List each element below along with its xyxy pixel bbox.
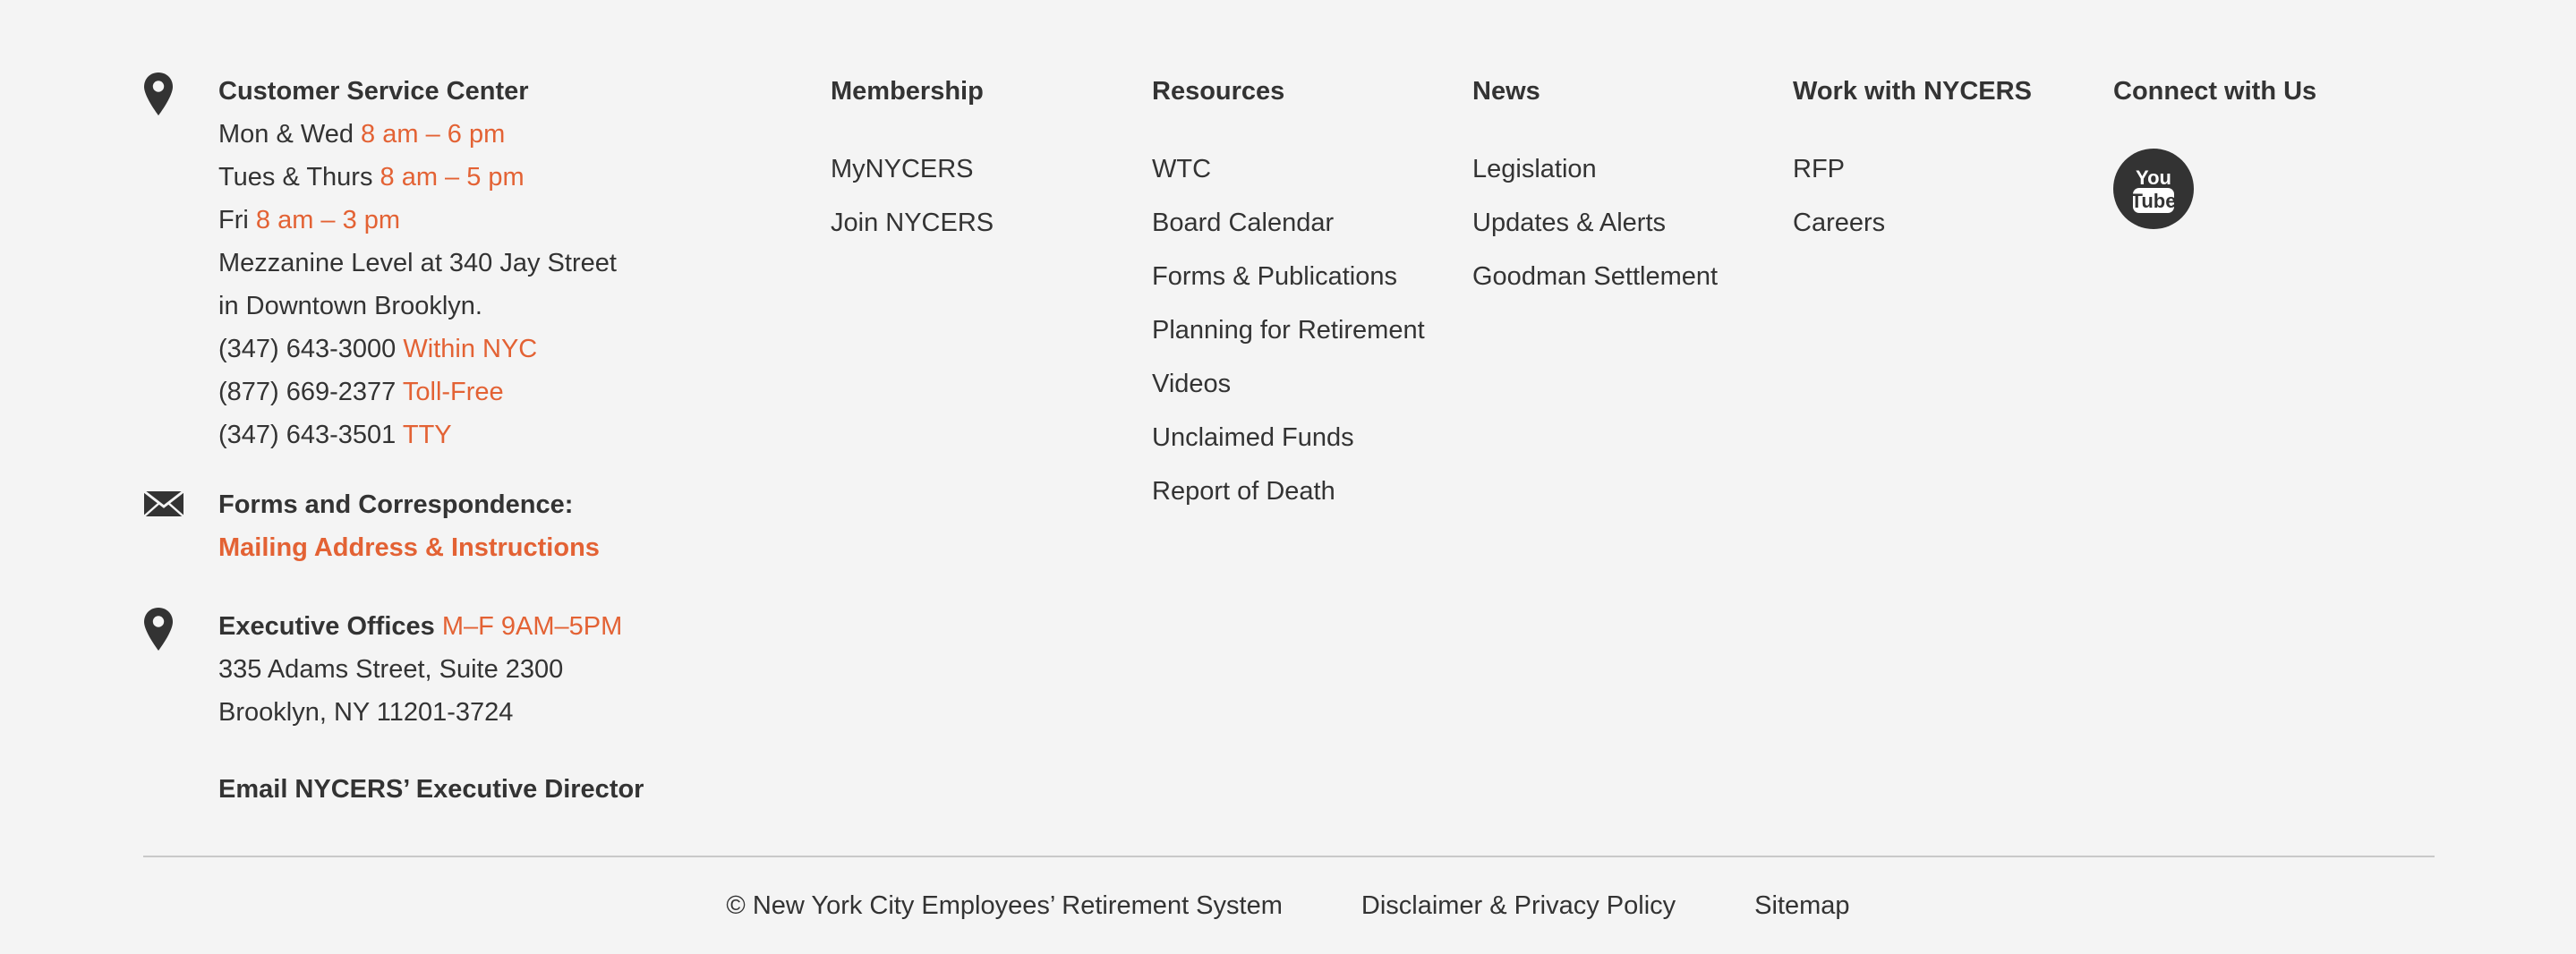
address-line: 335 Adams Street, Suite 2300 — [218, 655, 564, 684]
youtube-text-tube: Tube — [2131, 190, 2177, 212]
disclaimer-privacy-link[interactable]: Disclaimer & Privacy Policy — [1361, 886, 1676, 925]
link-mynycers[interactable]: MyNYCERS — [831, 142, 994, 196]
news-column: News Legislation Updates & Alerts Goodma… — [1472, 70, 1718, 303]
link-updates-alerts[interactable]: Updates & Alerts — [1472, 196, 1718, 250]
column-title: Connect with Us — [2113, 77, 2317, 106]
link-legislation[interactable]: Legislation — [1472, 142, 1718, 196]
hours-days: Tues & Thurs — [218, 163, 373, 192]
footer-divider — [143, 856, 2435, 857]
youtube-link[interactable]: You Tube — [2113, 149, 2194, 229]
link-rfp[interactable]: RFP — [1793, 142, 2032, 196]
resources-column: Resources WTC Board Calendar Forms & Pub… — [1152, 70, 1425, 518]
link-report-of-death[interactable]: Report of Death — [1152, 464, 1425, 518]
hours-days: Mon & Wed — [218, 120, 354, 149]
map-pin-icon — [143, 72, 174, 124]
forms-correspondence: Forms and Correspondence: Mailing Addres… — [143, 483, 788, 569]
hours-row: Tues & Thurs 8 am – 5 pm — [218, 156, 788, 199]
membership-column: Membership MyNYCERS Join NYCERS — [831, 70, 994, 250]
phone-row: (347) 643-3501 TTY — [218, 413, 788, 456]
executive-title: Executive Offices — [218, 612, 435, 641]
link-wtc[interactable]: WTC — [1152, 142, 1425, 196]
link-forms-publications[interactable]: Forms & Publications — [1152, 250, 1425, 303]
link-careers[interactable]: Careers — [1793, 196, 2032, 250]
column-title: Work with NYCERS — [1793, 77, 2032, 106]
youtube-text-you: You — [2136, 166, 2171, 189]
envelope-icon — [143, 489, 184, 526]
address-line: Brooklyn, NY 11201-3724 — [218, 698, 514, 727]
address-line: Mezzanine Level at 340 Jay Street — [218, 249, 617, 277]
link-planning-retirement[interactable]: Planning for Retirement — [1152, 303, 1425, 357]
executive-title-row: Executive Offices M–F 9AM–5PM — [218, 605, 788, 648]
link-join-nycers[interactable]: Join NYCERS — [831, 196, 994, 250]
email-director-link[interactable]: Email NYCERS’ Executive Director — [218, 775, 644, 804]
phone-link[interactable]: (347) 643-3501 — [218, 421, 396, 449]
phone-row: (877) 669-2377 Toll-Free — [218, 371, 788, 413]
site-footer: Customer Service Center Mon & Wed 8 am –… — [0, 0, 2576, 954]
connect-column: Connect with Us You Tube — [2113, 70, 2316, 229]
mailing-address-link[interactable]: Mailing Address & Instructions — [218, 533, 600, 562]
phone-label: Toll-Free — [402, 378, 504, 406]
service-center-title: Customer Service Center — [218, 77, 529, 106]
link-videos[interactable]: Videos — [1152, 357, 1425, 411]
executive-hours: M–F 9AM–5PM — [441, 612, 623, 641]
executive-offices: Executive Offices M–F 9AM–5PM 335 Adams … — [143, 605, 788, 734]
contact-info: Customer Service Center Mon & Wed 8 am –… — [143, 70, 788, 811]
copyright-text: © New York City Employees’ Retirement Sy… — [726, 891, 1283, 920]
link-unclaimed-funds[interactable]: Unclaimed Funds — [1152, 411, 1425, 464]
phone-label: Within NYC — [403, 335, 538, 363]
sitemap-link[interactable]: Sitemap — [1754, 886, 1849, 925]
customer-service-center: Customer Service Center Mon & Wed 8 am –… — [143, 70, 788, 456]
hours-days: Fri — [218, 206, 249, 234]
hours-time: 8 am – 3 pm — [255, 206, 401, 234]
link-goodman-settlement[interactable]: Goodman Settlement — [1472, 250, 1718, 303]
hours-time: 8 am – 5 pm — [380, 163, 525, 192]
link-board-calendar[interactable]: Board Calendar — [1152, 196, 1425, 250]
map-pin-icon — [143, 607, 174, 659]
hours-row: Fri 8 am – 3 pm — [218, 199, 788, 242]
address-line: in Downtown Brooklyn. — [218, 292, 482, 320]
work-column: Work with NYCERS RFP Careers — [1793, 70, 2032, 250]
footer-bottom-bar: © New York City Employees’ Retirement Sy… — [0, 886, 2576, 925]
phone-link[interactable]: (877) 669-2377 — [218, 378, 396, 406]
column-title: News — [1472, 77, 1540, 106]
phone-row: (347) 643-3000 Within NYC — [218, 328, 788, 371]
column-title: Membership — [831, 77, 984, 106]
column-title: Resources — [1152, 77, 1285, 106]
phone-label: TTY — [402, 421, 452, 449]
forms-title: Forms and Correspondence: — [218, 490, 574, 519]
youtube-icon: You Tube — [2131, 166, 2177, 213]
phone-link[interactable]: (347) 643-3000 — [218, 335, 396, 363]
hours-row: Mon & Wed 8 am – 6 pm — [218, 113, 788, 156]
hours-time: 8 am – 6 pm — [361, 120, 506, 149]
